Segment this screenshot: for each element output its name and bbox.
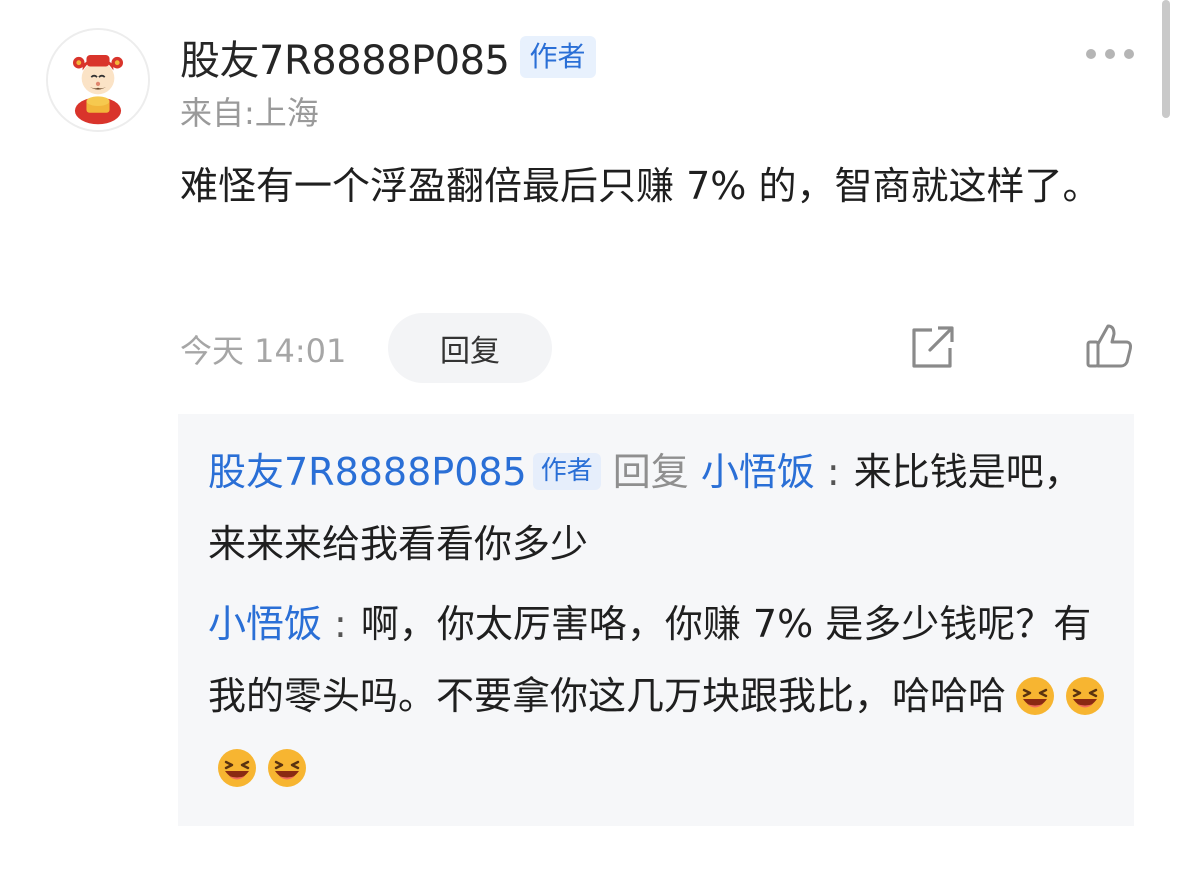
author-row: 股友7R8888P085 作者: [180, 26, 596, 88]
avatar-image: [48, 30, 148, 130]
reply-item: 小悟饭: 啊，你太厉害咯，你赚 7% 是多少钱呢？有我的零头吗。不要拿你这几万块跟…: [208, 588, 1108, 804]
reply-colon: :: [826, 450, 840, 494]
reply-target[interactable]: 小悟饭: [701, 450, 815, 494]
dot: [1105, 49, 1115, 59]
reply-author-badge: 作者: [532, 452, 601, 491]
reply-button[interactable]: 回复: [388, 313, 552, 383]
scrollbar[interactable]: [1162, 0, 1170, 118]
reply-colon: :: [334, 602, 347, 646]
comment-text: 难怪有一个浮盈翻倍最后只赚 7% 的，智商就这样了。: [180, 164, 1101, 208]
reply-item: 股友7R8888P085 作者 回复 小悟饭: 来比钱是吧，来来来给我看看你多少: [208, 436, 1108, 580]
laughing-emoji-icon: [266, 747, 308, 789]
avatar[interactable]: [46, 28, 150, 132]
dot: [1086, 49, 1096, 59]
laughing-emoji-icon: [216, 747, 258, 789]
comment-time: 今天 14:01: [180, 332, 347, 370]
more-dots-icon[interactable]: [1086, 42, 1134, 66]
replies-panel: 股友7R8888P085 作者 回复 小悟饭: 来比钱是吧，来来来给我看看你多少 小悟…: [178, 414, 1134, 826]
share-icon[interactable]: [906, 322, 958, 374]
comment-page: 股友7R8888P085 作者 来自:上海 难怪有一个浮盈翻倍最后只赚 7% 的…: [0, 0, 1179, 878]
laughing-emoji-icon: [1064, 675, 1106, 717]
location-label: 来自:上海: [180, 94, 319, 132]
reply-word: 回复: [612, 450, 689, 494]
reply-author[interactable]: 股友7R8888P085: [208, 450, 527, 494]
author-name[interactable]: 股友7R8888P085: [180, 28, 510, 86]
author-badge: 作者: [519, 35, 596, 79]
thumbs-up-icon[interactable]: [1082, 320, 1136, 374]
dot: [1124, 49, 1134, 59]
laughing-emoji-icon: [1014, 675, 1056, 717]
reply-author[interactable]: 小悟饭: [208, 602, 322, 646]
